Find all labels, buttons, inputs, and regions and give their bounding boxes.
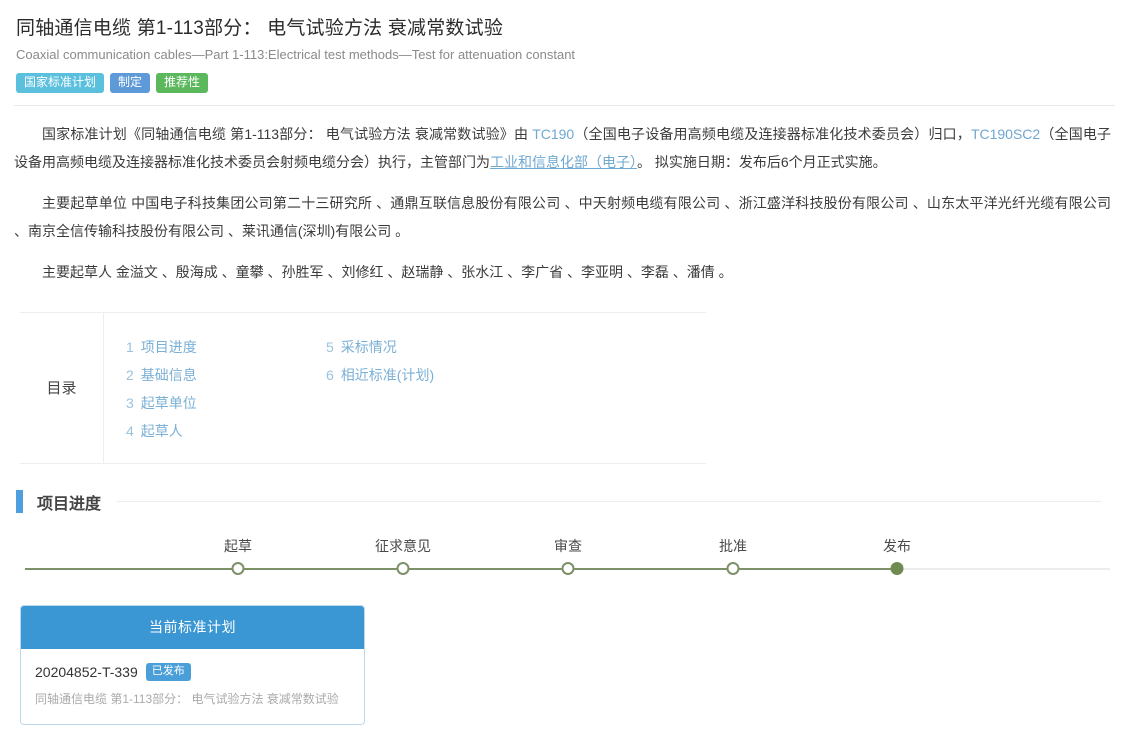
timeline-node-review[interactable]: [562, 562, 575, 575]
section-divider: [117, 501, 1101, 502]
badge-action-type: 制定: [110, 73, 150, 93]
toc-item-label: 起草单位: [141, 395, 197, 411]
summary-paragraph-drafters: 主要起草人 金溢文 、殷海成 、童攀 、孙胜军 、刘修红 、赵瑞静 、张水江 、…: [14, 258, 1111, 286]
badge-plan-type: 国家标准计划: [16, 73, 104, 93]
toc-item-basic-info[interactable]: 2 基础信息: [126, 361, 326, 389]
toc-item-label: 项目进度: [141, 339, 197, 355]
summary-text-d: 。 拟实施日期：发布后6个月正式实施。: [637, 154, 887, 170]
toc-item-number: 1: [126, 339, 134, 355]
badge-recommended: 推荐性: [156, 73, 208, 93]
current-plan-card-body: 20204852-T-339 已发布 同轴通信电缆 第1-113部分： 电气试验…: [21, 649, 364, 724]
toc-column-1: 1 项目进度 2 基础信息 3 起草单位 4 起草人: [126, 333, 326, 445]
page-header: 同轴通信电缆 第1-113部分： 电气试验方法 衰减常数试验 Coaxial c…: [0, 0, 1129, 93]
timeline-node-comment[interactable]: [397, 562, 410, 575]
toc-columns: 1 项目进度 2 基础信息 3 起草单位 4 起草人 5 采标情况 6 相近标准(计划): [104, 313, 706, 463]
link-competent-department[interactable]: 工业和信息化部（电子）: [490, 154, 637, 170]
summary-text-a: 国家标准计划《同轴通信电缆 第1-113部分： 电气试验方法 衰减常数试验》由: [42, 126, 532, 142]
toc-item-drafters[interactable]: 4 起草人: [126, 417, 326, 445]
toc-item-similar-standards[interactable]: 6 相近标准(计划): [326, 361, 526, 389]
timeline-track-completed: [25, 568, 897, 570]
toc-item-number: 4: [126, 423, 134, 439]
toc-item-number: 3: [126, 395, 134, 411]
current-plan-number-row: 20204852-T-339 已发布: [35, 663, 350, 681]
timeline-node-draft[interactable]: [232, 562, 245, 575]
status-badge: 已发布: [146, 663, 191, 681]
toc-item-adoption-status[interactable]: 5 采标情况: [326, 333, 526, 361]
badge-group: 国家标准计划 制定 推荐性: [16, 73, 1113, 93]
toc-item-number: 2: [126, 367, 134, 383]
timeline-label-review: 审查: [554, 536, 582, 556]
toc-item-number: 6: [326, 367, 334, 383]
current-plan-card-header: 当前标准计划: [21, 606, 364, 649]
summary-text-b: （全国电子设备用高频电缆及连接器标准化技术委员会）归口，: [574, 126, 971, 142]
link-tc190[interactable]: TC190: [532, 126, 574, 142]
page-root: 同轴通信电缆 第1-113部分： 电气试验方法 衰减常数试验 Coaxial c…: [0, 0, 1129, 750]
section-accent-bar: [16, 490, 23, 513]
timeline-node-publish[interactable]: [891, 562, 904, 575]
timeline-label-publish: 发布: [883, 536, 911, 556]
toc-item-label: 基础信息: [141, 367, 197, 383]
toc-column-2: 5 采标情况 6 相近标准(计划): [326, 333, 526, 445]
toc-item-project-progress[interactable]: 1 项目进度: [126, 333, 326, 361]
header-divider: [14, 105, 1115, 106]
link-tc190sc2[interactable]: TC190SC2: [971, 126, 1040, 142]
timeline-label-draft: 起草: [224, 536, 252, 556]
timeline-label-comment: 征求意见: [375, 536, 431, 556]
timeline-node-approve[interactable]: [727, 562, 740, 575]
page-subtitle: Coaxial communication cables—Part 1-113:…: [16, 47, 1113, 64]
page-title: 同轴通信电缆 第1-113部分： 电气试验方法 衰减常数试验: [16, 16, 1113, 42]
table-of-contents: 目录 1 项目进度 2 基础信息 3 起草单位 4 起草人 5 采标情况 6 相近标准(计划…: [20, 312, 706, 464]
toc-item-label: 相近标准(计划): [341, 367, 434, 383]
current-plan-card[interactable]: 当前标准计划 20204852-T-339 已发布 同轴通信电缆 第1-113部…: [20, 605, 365, 725]
progress-timeline: 起草 征求意见 审查 批准 发布: [0, 536, 1129, 592]
summary-paragraph-drafting-units: 主要起草单位 中国电子科技集团公司第二十三研究所 、通鼎互联信息股份有限公司 、…: [14, 189, 1111, 245]
toc-item-drafting-units[interactable]: 3 起草单位: [126, 389, 326, 417]
toc-item-number: 5: [326, 339, 334, 355]
summary-section: 国家标准计划《同轴通信电缆 第1-113部分： 电气试验方法 衰减常数试验》由 …: [0, 120, 1129, 286]
toc-label: 目录: [20, 313, 104, 463]
plan-description: 同轴通信电缆 第1-113部分： 电气试验方法 衰减常数试验: [35, 690, 350, 708]
summary-paragraph-overview: 国家标准计划《同轴通信电缆 第1-113部分： 电气试验方法 衰减常数试验》由 …: [14, 120, 1111, 176]
timeline-label-approve: 批准: [719, 536, 747, 556]
section-title: 项目进度: [37, 490, 101, 514]
plan-number: 20204852-T-339: [35, 664, 138, 680]
toc-item-label: 采标情况: [341, 339, 397, 355]
toc-item-label: 起草人: [141, 423, 183, 439]
section-header-project-progress: 项目进度: [0, 490, 1129, 514]
